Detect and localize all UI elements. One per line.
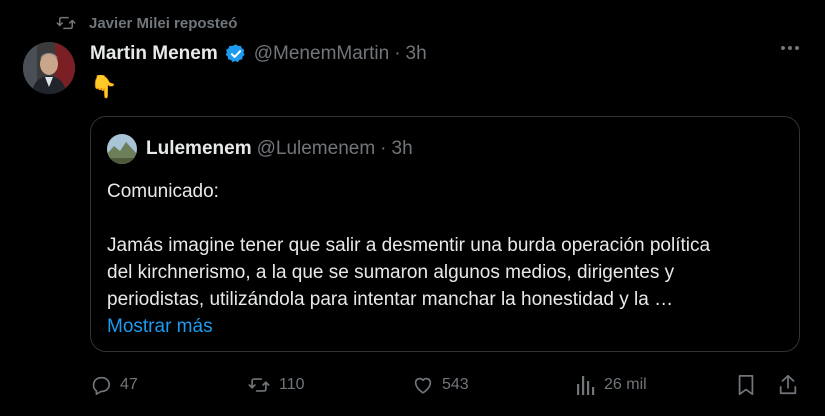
bookmark-button[interactable] (736, 370, 756, 400)
quoted-tweet[interactable]: Lulemenem @Lulemenem · 3h Comunicado: Ja… (90, 116, 800, 352)
tweet-timestamp[interactable]: 3h (406, 43, 427, 65)
heart-icon (412, 374, 434, 396)
analytics-icon (576, 374, 596, 396)
quote-author-name: Lulemenem (146, 138, 252, 159)
quote-text: Comunicado: Jamás imagine tener que sali… (107, 178, 797, 340)
repost-text: Javier Milei reposteó (89, 14, 238, 32)
repost-icon (247, 374, 271, 396)
separator-dot: · (394, 43, 401, 64)
more-dot (795, 46, 799, 50)
more-dot (788, 46, 792, 50)
reply-count: 47 (120, 376, 138, 393)
quote-line: Jamás imagine tener que salir a desmenti… (107, 235, 711, 256)
quote-line: del kirchnerismo, a la que se sumaron al… (107, 262, 675, 283)
repost-icon (55, 13, 77, 33)
quote-line: periodistas, utilizándola para intentar … (107, 289, 674, 310)
quote-header: Lulemenem @Lulemenem · 3h (146, 138, 413, 160)
quote-author-handle: @Lulemenem (256, 138, 376, 159)
more-dot (781, 46, 785, 50)
author-name[interactable]: Martin Menem (90, 43, 218, 65)
share-button[interactable] (778, 370, 798, 400)
show-more-link[interactable]: Mostrar más (107, 313, 797, 340)
avatar-image (23, 42, 75, 94)
like-count: 543 (442, 376, 469, 393)
more-options-button[interactable] (781, 46, 799, 50)
share-icon (778, 374, 798, 396)
author-handle[interactable]: @MenemMartin (254, 43, 389, 65)
tweet-text: 👇 (90, 74, 118, 99)
reply-icon (90, 374, 112, 396)
tweet-header: Martin Menem @MenemMartin · 3h (90, 43, 427, 65)
verified-badge-icon[interactable] (225, 43, 247, 65)
bookmark-icon (736, 374, 756, 396)
quote-avatar[interactable] (107, 134, 137, 164)
views-button[interactable]: 26 mil (576, 370, 647, 400)
avatar[interactable] (23, 42, 75, 94)
quote-separator-dot: · (380, 138, 387, 159)
reply-button[interactable]: 47 (90, 370, 138, 400)
repost-indicator[interactable]: Javier Milei reposteó (55, 13, 237, 33)
repost-count: 110 (279, 376, 305, 393)
like-button[interactable]: 543 (412, 370, 469, 400)
action-bar: 47 110 543 26 mil (0, 370, 825, 400)
repost-button[interactable]: 110 (247, 370, 305, 400)
quote-timestamp: 3h (391, 138, 413, 159)
quote-line: Comunicado: (107, 181, 219, 202)
views-count: 26 mil (604, 376, 647, 393)
quote-avatar-image (107, 134, 137, 164)
